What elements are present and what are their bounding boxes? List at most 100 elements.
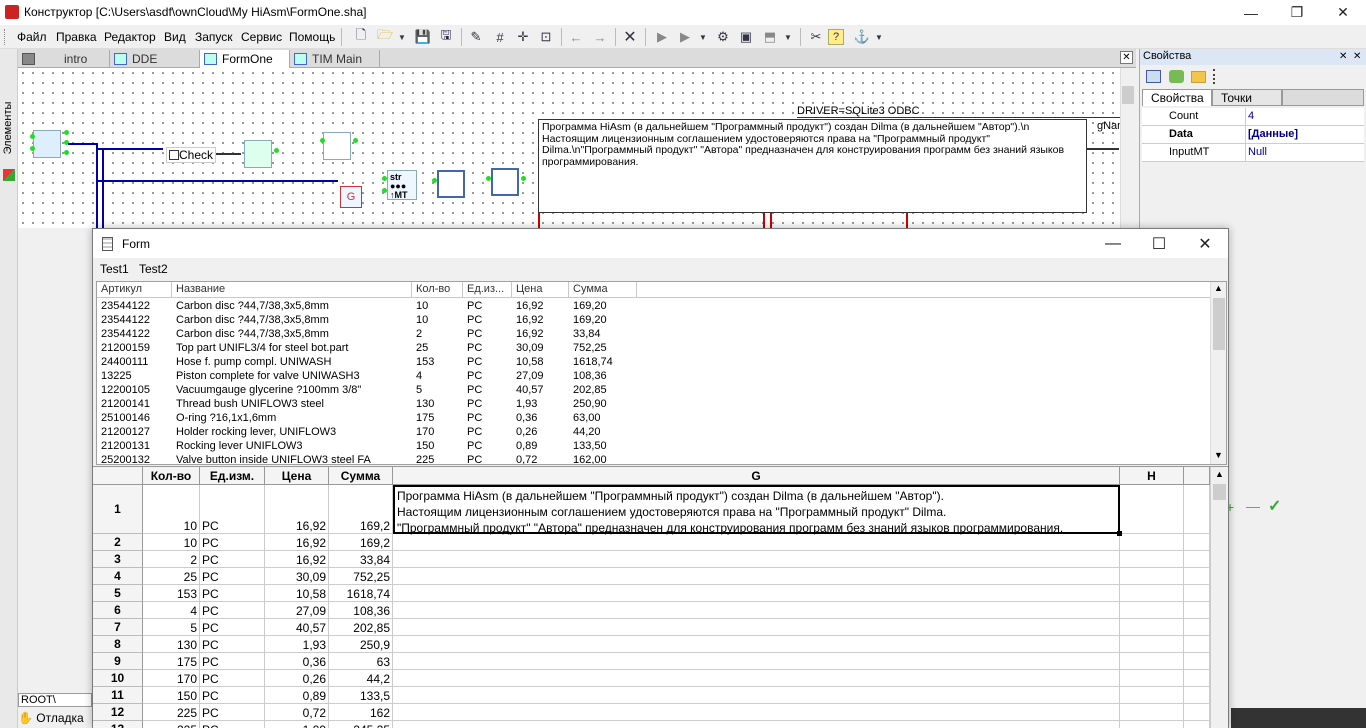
grid-cell-empty[interactable] bbox=[1120, 721, 1184, 728]
grid-cell-empty[interactable] bbox=[1184, 636, 1210, 653]
text-block[interactable]: Программа HiAsm (в дальнейшем "Программн… bbox=[538, 119, 1087, 213]
row-header[interactable]: 11 bbox=[93, 687, 143, 704]
grid-cell[interactable]: 16,92 bbox=[265, 534, 329, 551]
list-cell[interactable]: 16,92 bbox=[516, 314, 568, 328]
property-value[interactable]: 4 bbox=[1248, 110, 1254, 122]
back-arrow-icon[interactable]: ← bbox=[566, 27, 586, 47]
grid-cell[interactable]: 33,84 bbox=[329, 551, 393, 568]
table-add-component[interactable] bbox=[437, 170, 465, 198]
list-cell[interactable]: PC bbox=[467, 314, 511, 328]
compile-icon[interactable]: ⚙ bbox=[713, 27, 733, 47]
grid-cell[interactable]: 30,09 bbox=[265, 568, 329, 585]
list-cell[interactable]: 225 bbox=[416, 454, 462, 464]
grid-cell[interactable]: 108,36 bbox=[329, 602, 393, 619]
grid-cell-empty[interactable] bbox=[1120, 568, 1184, 585]
grid-cell[interactable]: 175 bbox=[143, 653, 200, 670]
grid-cell[interactable]: 10 bbox=[143, 534, 200, 551]
window-icon[interactable]: ▣ bbox=[736, 27, 756, 47]
list-cell[interactable]: 4 bbox=[416, 370, 462, 384]
grid-cell[interactable]: 2 bbox=[143, 551, 200, 568]
list-cell[interactable]: 752,25 bbox=[573, 342, 633, 356]
grid-cell-empty[interactable] bbox=[1120, 653, 1184, 670]
column-header[interactable]: Цена bbox=[512, 282, 569, 298]
grid-cell-empty[interactable] bbox=[393, 721, 1120, 728]
tools-icon[interactable]: ✂ bbox=[806, 27, 826, 47]
grid-cell[interactable]: PC bbox=[200, 568, 265, 585]
grid-cell[interactable]: 63 bbox=[329, 653, 393, 670]
menu-view[interactable]: Вид bbox=[164, 30, 186, 44]
fit-icon[interactable]: ⊡ bbox=[536, 27, 556, 47]
grid-cell[interactable]: 250,9 bbox=[329, 636, 393, 653]
list-cell[interactable]: 63,00 bbox=[573, 412, 633, 426]
column-header[interactable]: Ед.из... bbox=[463, 282, 512, 298]
scheme-canvas[interactable]: Check G str ●●● ↑MT DRIVER=SQLite3 ODBC gN… bbox=[18, 68, 1136, 228]
grid-cell[interactable]: 0,36 bbox=[265, 653, 329, 670]
run-icon[interactable]: ▶ bbox=[652, 27, 672, 47]
grid-cell[interactable]: 5 bbox=[143, 619, 200, 636]
list-cell[interactable]: Rocking lever UNIFLOW3 bbox=[176, 440, 411, 454]
scroll-thumb[interactable] bbox=[1213, 484, 1226, 500]
row-header[interactable]: 6 bbox=[93, 602, 143, 619]
list-cell[interactable]: Top part UNIFL3/4 for steel bot.part bbox=[176, 342, 411, 356]
list-cell[interactable]: Thread bush UNIFLOW3 steel bbox=[176, 398, 411, 412]
list-cell[interactable]: 170 bbox=[416, 426, 462, 440]
list-cell[interactable]: 108,36 bbox=[573, 370, 633, 384]
tab-intro[interactable]: intro bbox=[18, 50, 110, 68]
tab-properties[interactable]: Свойства bbox=[1142, 89, 1212, 106]
list-cell[interactable]: PC bbox=[467, 412, 511, 426]
list-cell[interactable]: 21200141 bbox=[101, 398, 171, 412]
grid-cell[interactable]: 202,85 bbox=[329, 619, 393, 636]
dropdown-arrow-icon[interactable]: ▼ bbox=[396, 27, 408, 47]
grid-cell-empty[interactable] bbox=[1120, 602, 1184, 619]
dropdown-arrow-icon[interactable]: ▼ bbox=[873, 27, 885, 47]
list-cell[interactable]: 33,84 bbox=[573, 328, 633, 342]
align-icon[interactable]: ✛ bbox=[513, 27, 533, 47]
grid-cell[interactable]: 1,93 bbox=[265, 636, 329, 653]
row-header[interactable]: 2 bbox=[93, 534, 143, 551]
elements-panel-strip[interactable]: Элементы bbox=[0, 49, 18, 728]
grid-cell[interactable]: PC bbox=[200, 687, 265, 704]
column-header[interactable]: Сумма bbox=[569, 282, 637, 298]
grid-cell[interactable]: 10,58 bbox=[265, 585, 329, 602]
tab-dde[interactable]: DDE кома... bbox=[110, 50, 200, 80]
list-cell[interactable]: 250,90 bbox=[573, 398, 633, 412]
menu-test1[interactable]: Test1 bbox=[100, 262, 129, 276]
list-cell[interactable]: 0,89 bbox=[516, 440, 568, 454]
grid-cell[interactable]: 16,92 bbox=[265, 551, 329, 568]
grid-cell-empty[interactable] bbox=[1184, 704, 1210, 721]
grid-cell-empty[interactable] bbox=[1120, 670, 1184, 687]
grid-cell[interactable]: 16,92 bbox=[265, 485, 329, 534]
tree-icon[interactable] bbox=[1169, 70, 1184, 83]
grid-cell-empty[interactable] bbox=[1184, 551, 1210, 568]
list-cell[interactable]: 169,20 bbox=[573, 300, 633, 314]
grid-cell[interactable]: 1,09 bbox=[265, 721, 329, 728]
close-tab-icon[interactable]: ✕ bbox=[1120, 51, 1133, 64]
grid-cell[interactable]: PC bbox=[200, 619, 265, 636]
grid-cell-empty[interactable] bbox=[1120, 619, 1184, 636]
list-cell[interactable]: Holder rocking lever, UNIFLOW3 bbox=[176, 426, 411, 440]
property-row[interactable]: InputMT Null bbox=[1142, 144, 1364, 162]
list-cell[interactable]: 24400111 bbox=[101, 356, 171, 370]
grid-cell[interactable]: 150 bbox=[143, 687, 200, 704]
help-icon[interactable]: ? bbox=[828, 29, 844, 45]
grid-cell[interactable]: PC bbox=[200, 602, 265, 619]
grid-cell[interactable]: 752,25 bbox=[329, 568, 393, 585]
forward-arrow-icon[interactable]: → bbox=[590, 27, 610, 47]
column-header[interactable]: Цена bbox=[265, 467, 329, 485]
grid-cell-empty[interactable] bbox=[1184, 687, 1210, 704]
properties-icon[interactable] bbox=[1146, 70, 1161, 83]
list-cell[interactable]: O-ring ?16,1x1,6mm bbox=[176, 412, 411, 426]
list-cell[interactable]: 10,58 bbox=[516, 356, 568, 370]
row-header[interactable]: 13 bbox=[93, 721, 143, 728]
debug-tab[interactable]: ✋ Отладка bbox=[18, 711, 92, 728]
root-path[interactable]: ROOT\ bbox=[18, 693, 92, 707]
form-maximize-button[interactable]: ☐ bbox=[1136, 229, 1182, 258]
grid-cell-empty[interactable] bbox=[393, 585, 1120, 602]
items-listview[interactable]: Артикул Название Кол-во Ед.из... Цена Су… bbox=[96, 281, 1227, 465]
grid-cell[interactable]: PC bbox=[200, 485, 265, 534]
list-cell[interactable]: 44,20 bbox=[573, 426, 633, 440]
list-cell[interactable]: 10 bbox=[416, 314, 462, 328]
row-header[interactable]: 12 bbox=[93, 704, 143, 721]
column-header[interactable]: G bbox=[393, 467, 1120, 485]
list-cell[interactable]: 30,09 bbox=[516, 342, 568, 356]
